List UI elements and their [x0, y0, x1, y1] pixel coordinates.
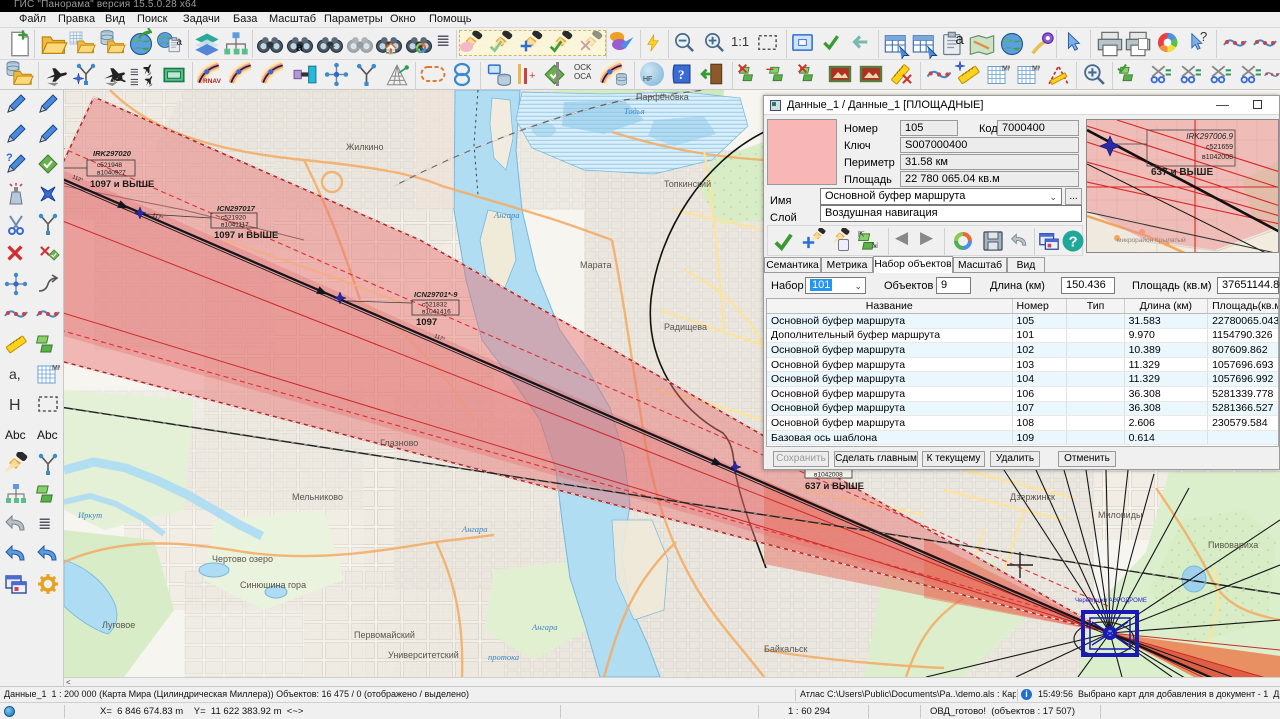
- svg-text:в1042008: в1042008: [1202, 154, 1233, 161]
- svg-text:Топкинский: Топкинский: [664, 179, 711, 189]
- svg-text:протока: протока: [488, 652, 519, 662]
- svg-text:c521948: c521948: [97, 162, 122, 169]
- svg-text:637 и ВЫШЕ: 637 и ВЫШЕ: [1151, 167, 1213, 178]
- svg-text:c521832: c521832: [422, 302, 447, 309]
- svg-text:Марата: Марата: [580, 260, 611, 270]
- svg-text:Чертово озеро: Чертово озеро: [212, 554, 273, 564]
- svg-text:микрорайон Крылатый: микрорайон Крылатый: [1117, 236, 1186, 244]
- svg-text:Парфёновка: Парфёновка: [636, 92, 689, 102]
- svg-text:Пивовариха: Пивовариха: [1208, 540, 1258, 550]
- svg-text:1097 и ВЫШЕ: 1097 и ВЫШЕ: [214, 230, 278, 241]
- svg-text:IRK297006.9: IRK297006.9: [1186, 132, 1233, 141]
- svg-text:1097: 1097: [416, 317, 437, 328]
- svg-text:Университетский: Университетский: [388, 650, 459, 660]
- svg-text:Ангара: Ангара: [531, 622, 557, 632]
- svg-text:в1042008: в1042008: [814, 472, 843, 479]
- svg-text:ICN29701*-9: ICN29701*-9: [414, 290, 458, 299]
- svg-text:Первомайский: Первомайский: [354, 630, 415, 640]
- svg-text:Дзержинск: Дзержинск: [1010, 492, 1055, 502]
- svg-text:в1041117: в1041117: [221, 222, 249, 229]
- svg-text:в1041416: в1041416: [422, 309, 451, 316]
- svg-text:Тодья: Тодья: [624, 106, 645, 116]
- svg-text:Ангара: Ангара: [461, 524, 487, 534]
- svg-text:в1040927: в1040927: [97, 170, 126, 177]
- svg-text:c521659: c521659: [1206, 144, 1233, 151]
- svg-text:1097 и ВЫШЕ: 1097 и ВЫШЕ: [90, 179, 154, 190]
- svg-text:Мельниково: Мельниково: [292, 492, 343, 502]
- svg-text:Байкальск: Байкальск: [764, 644, 808, 654]
- svg-text:Радищева: Радищева: [664, 322, 707, 332]
- svg-text:Иркут: Иркут: [77, 510, 102, 520]
- svg-text:Черемушки АЭРОДРОМЕ: Черемушки АЭРОДРОМЕ: [1075, 598, 1147, 604]
- svg-text:Жилкино: Жилкино: [346, 142, 384, 152]
- svg-text:IRK297020: IRK297020: [93, 149, 132, 158]
- svg-text:Синюшина гора: Синюшина гора: [240, 580, 306, 590]
- svg-text:Луговое: Луговое: [102, 620, 135, 630]
- svg-text:Миловиды: Миловиды: [1098, 510, 1142, 520]
- svg-text:Ангара: Ангара: [493, 210, 519, 220]
- svg-text:637 и ВЫШЕ: 637 и ВЫШЕ: [805, 481, 864, 492]
- svg-text:ICN297017: ICN297017: [217, 204, 256, 213]
- svg-text:Глазново: Глазново: [380, 438, 418, 448]
- svg-text:c521920: c521920: [221, 215, 246, 222]
